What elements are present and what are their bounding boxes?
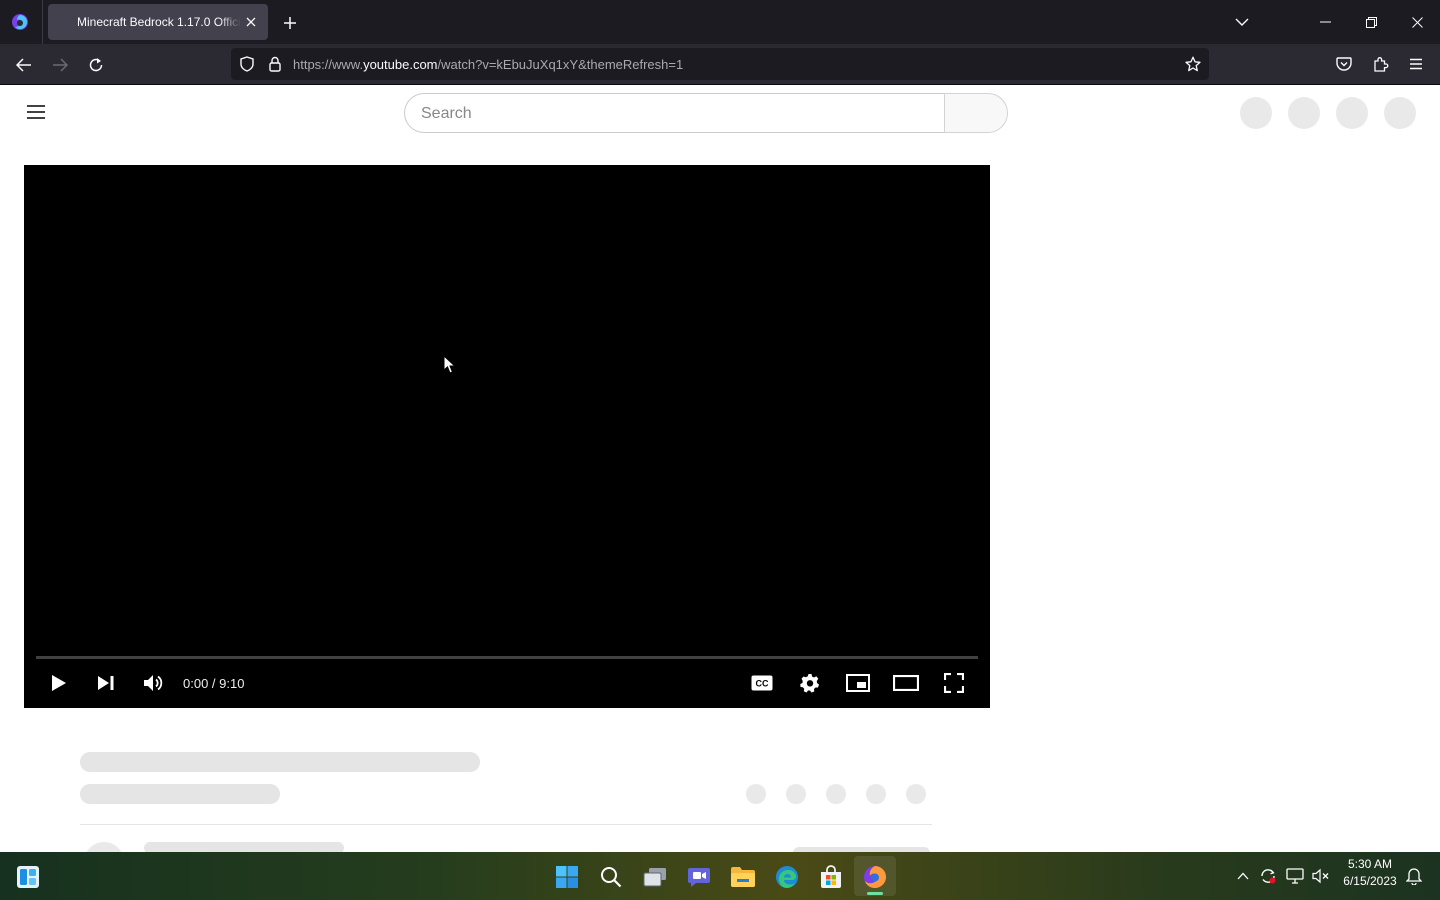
divider [80, 824, 932, 825]
pocket-icon[interactable] [1332, 52, 1356, 76]
restore-icon[interactable] [1350, 8, 1392, 36]
back-icon[interactable] [10, 51, 38, 79]
avatar-placeholder-3 [1336, 97, 1368, 129]
svg-text:CC: CC [756, 679, 769, 689]
hamburger-menu-icon[interactable] [22, 98, 50, 126]
edge-icon[interactable] [769, 860, 805, 894]
theater-mode-icon[interactable] [891, 668, 921, 698]
notifications-icon[interactable] [1403, 866, 1425, 886]
chevron-up-icon[interactable] [1233, 866, 1253, 886]
close-window-icon[interactable] [1396, 8, 1438, 36]
tab-youtube[interactable]: Minecraft Bedrock 1.17.0 Official [48, 4, 268, 40]
taskbar [0, 852, 1440, 900]
reload-icon[interactable] [82, 51, 110, 79]
miniplayer-icon[interactable] [843, 668, 873, 698]
firefox-view-icon[interactable] [8, 10, 32, 34]
page-content: 0:00 / 9:10 CC [0, 85, 1440, 852]
url-prefix: https://www. [293, 57, 364, 72]
fullscreen-icon[interactable] [939, 668, 969, 698]
task-view-icon[interactable] [637, 860, 673, 894]
action-skeleton-2 [786, 784, 806, 804]
action-skeleton-4 [866, 784, 886, 804]
search-field[interactable] [404, 93, 945, 133]
avatar-placeholder-1 [1240, 97, 1272, 129]
start-icon[interactable] [549, 860, 585, 894]
progress-bar[interactable] [36, 656, 978, 659]
clock-time: 5:30 AM [1347, 857, 1393, 871]
url-domain: youtube.com [363, 57, 438, 72]
search-icon[interactable] [593, 860, 629, 894]
taskbar-clock[interactable]: 5:30 AM 6/15/2023 [1336, 856, 1404, 890]
search-button[interactable] [944, 93, 1008, 133]
chevron-down-icon[interactable] [1230, 10, 1254, 34]
url-bar[interactable]: https://www.youtube.com/watch?v=kEbuJuXq… [231, 48, 1209, 80]
menu-icon[interactable] [1404, 52, 1428, 76]
next-icon[interactable] [91, 668, 121, 698]
tab-title: Minecraft Bedrock 1.17.0 Official [77, 15, 241, 29]
settings-icon[interactable] [795, 668, 825, 698]
channel-avatar-skeleton [84, 842, 124, 852]
file-explorer-icon[interactable] [725, 860, 761, 894]
close-icon[interactable] [242, 13, 260, 31]
play-icon[interactable] [44, 668, 74, 698]
sync-icon[interactable] [1257, 866, 1279, 886]
avatar-placeholder-4 [1384, 97, 1416, 129]
clock-date: 6/15/2023 [1343, 874, 1397, 888]
minimize-icon[interactable] [1304, 8, 1346, 36]
video-player[interactable]: 0:00 / 9:10 CC [24, 165, 990, 708]
forward-icon[interactable] [46, 51, 74, 79]
captions-icon[interactable]: CC [747, 668, 777, 698]
active-app-indicator [867, 892, 883, 895]
action-skeleton-5 [906, 784, 926, 804]
firefox-icon[interactable] [857, 860, 893, 894]
shield-icon[interactable] [237, 54, 257, 74]
lock-icon[interactable] [265, 54, 285, 74]
tab-divider [42, 0, 43, 44]
subtitle-skeleton [80, 784, 280, 804]
store-icon[interactable] [813, 860, 849, 894]
tab-bar: Minecraft Bedrock 1.17.0 Official [0, 0, 1440, 44]
time-display: 0:00 / 9:10 [183, 676, 245, 691]
chat-icon[interactable] [681, 860, 717, 894]
network-icon[interactable] [1284, 866, 1306, 886]
widgets-icon[interactable] [10, 860, 46, 894]
url-suffix: /watch?v=kEbuJuXq1xY&themeRefresh=1 [437, 57, 684, 72]
url-text[interactable]: https://www.youtube.com/watch?v=kEbuJuXq… [293, 57, 683, 72]
volume-muted-icon[interactable] [1310, 866, 1332, 886]
volume-icon[interactable] [138, 668, 168, 698]
star-icon[interactable] [1182, 54, 1204, 74]
action-skeleton-3 [826, 784, 846, 804]
avatar-placeholder-2 [1288, 97, 1320, 129]
channel-name-skeleton [144, 842, 344, 852]
search-input[interactable] [421, 103, 921, 125]
extensions-icon[interactable] [1369, 52, 1393, 76]
mouse-cursor-icon [442, 354, 456, 376]
action-skeleton-1 [746, 784, 766, 804]
title-skeleton [80, 752, 480, 772]
plus-icon[interactable] [278, 11, 302, 35]
